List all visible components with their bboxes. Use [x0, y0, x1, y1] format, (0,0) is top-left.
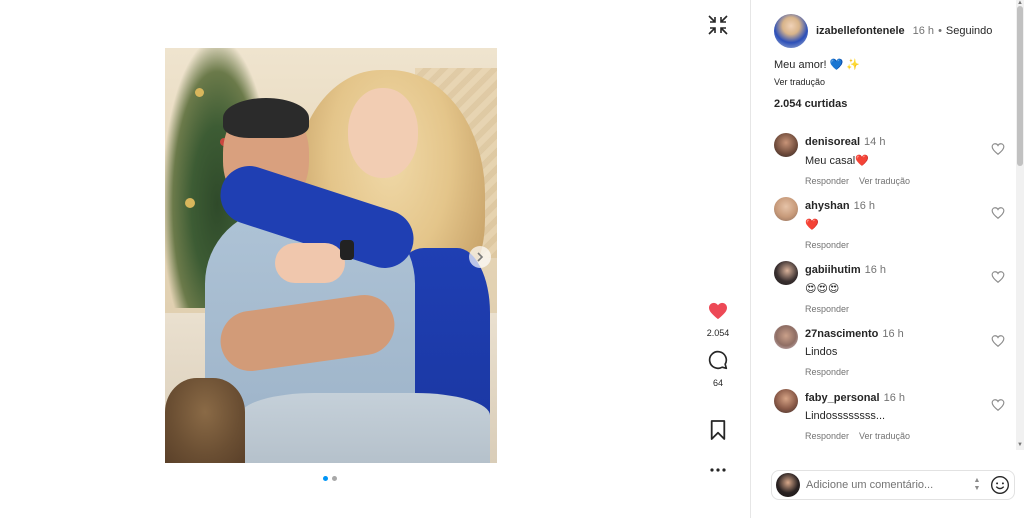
comment-time: 14 h — [864, 136, 886, 148]
following-status[interactable]: Seguindo — [946, 25, 993, 37]
like-comment-heart-icon[interactable] — [991, 334, 1005, 348]
comment-text: ❤️ — [805, 219, 819, 231]
more-dots-icon — [710, 468, 726, 472]
bookmark-icon[interactable] — [709, 420, 727, 440]
caption-translate-link[interactable]: Ver tradução — [774, 77, 825, 87]
commenter-avatar[interactable] — [774, 261, 798, 285]
commenter-username[interactable]: faby_personal — [805, 392, 880, 404]
reply-link[interactable]: Responder — [805, 176, 849, 186]
photo-man-hair — [223, 98, 309, 138]
post-header: izabellefontenele 16 h • Seguindo — [774, 14, 992, 48]
comment-text: Lindos — [805, 346, 838, 358]
next-photo-button[interactable] — [469, 246, 491, 268]
author-avatar[interactable] — [774, 14, 808, 48]
reply-link[interactable]: Responder — [805, 367, 849, 377]
chevron-right-icon — [477, 252, 484, 262]
commenter-username[interactable]: denisoreal — [805, 136, 860, 148]
input-resize-stepper[interactable]: ▲ ▼ — [970, 477, 984, 493]
carousel-indicator — [323, 476, 337, 481]
comment-time: 16 h — [864, 264, 887, 276]
comment-time: 16 h — [853, 200, 876, 212]
commenter-username[interactable]: ahyshan — [805, 200, 850, 212]
carousel-dot — [332, 476, 337, 481]
more-options-button[interactable] — [698, 459, 738, 477]
comment-composer: Adicione um comentário... ▲ ▼ — [771, 470, 1015, 500]
author-username[interactable]: izabellefontenele — [816, 25, 905, 37]
carousel-dot-active — [323, 476, 328, 481]
commenter-avatar[interactable] — [774, 325, 798, 349]
translate-link[interactable]: Ver tradução — [859, 176, 910, 186]
comment-time: 16 h — [882, 328, 904, 340]
like-comment-heart-icon[interactable] — [991, 206, 1005, 220]
commenter-avatar[interactable] — [774, 133, 798, 157]
emoji-icon[interactable] — [990, 475, 1010, 495]
comment-item: gabiihutim 16 h 😍😍😍 Responder — [774, 260, 1005, 314]
post-details-panel: izabellefontenele 16 h • Seguindo Meu am… — [750, 0, 1024, 518]
like-action: 2.054 — [698, 302, 738, 338]
like-comment-heart-icon[interactable] — [991, 398, 1005, 412]
scrollbar-thumb[interactable] — [1017, 6, 1023, 166]
comment-item: 27nascimento 16 h Lindos Responder — [774, 324, 1005, 377]
comment-item: denisoreal 14 h Meu casal❤️ Responder Ver… — [774, 132, 1005, 186]
photo-watch — [340, 240, 354, 260]
separator-dot: • — [938, 25, 942, 37]
photo-ornament — [185, 198, 195, 208]
comment-action: 64 — [698, 350, 738, 388]
photo-dog — [165, 378, 245, 463]
photo-woman-face — [348, 88, 418, 178]
save-action — [698, 420, 738, 445]
comment-item: faby_personal 16 h Lindossssssss... Respo… — [774, 388, 1005, 441]
post-time: 16 h — [912, 25, 935, 37]
current-user-avatar — [776, 473, 800, 497]
photo-woman-hand — [275, 243, 345, 283]
like-comment-heart-icon[interactable] — [991, 270, 1005, 284]
post-photo[interactable] — [165, 48, 497, 463]
scroll-down-icon[interactable]: ▼ — [1017, 442, 1023, 448]
translate-link[interactable]: Ver tradução — [859, 431, 910, 441]
comments-scrollbar[interactable]: ▲ ▼ — [1016, 0, 1024, 450]
comments-count: 64 — [712, 378, 723, 388]
heart-filled-icon[interactable] — [708, 302, 728, 320]
comment-input[interactable]: Adicione um comentário... — [806, 479, 964, 491]
commenter-avatar[interactable] — [774, 197, 798, 221]
comment-time: 16 h — [883, 392, 906, 404]
post-viewer: 2.054 64 — [0, 0, 750, 518]
collapse-icon[interactable] — [706, 13, 730, 37]
comment-text: Meu casal❤️ — [805, 155, 869, 167]
reply-link[interactable]: Responder — [805, 304, 849, 314]
photo-ornament — [195, 88, 204, 97]
post-caption: Meu amor! 💙 ✨ — [774, 59, 861, 71]
commenter-username[interactable]: 27nascimento — [805, 328, 878, 340]
comment-text: Lindossssssss... — [805, 410, 886, 422]
comment-item: ahyshan 16 h ❤️ Responder — [774, 196, 1005, 250]
likes-summary[interactable]: 2.054 curtidas — [774, 98, 847, 110]
commenter-username[interactable]: gabiihutim — [805, 264, 861, 276]
reply-link[interactable]: Responder — [805, 240, 849, 250]
comment-text: 😍😍😍 — [805, 283, 840, 295]
commenter-avatar[interactable] — [774, 389, 798, 413]
likes-count: 2.054 — [706, 328, 730, 338]
reply-link[interactable]: Responder — [805, 431, 849, 441]
photo-man-legs — [240, 393, 490, 463]
like-comment-heart-icon[interactable] — [991, 142, 1005, 156]
comment-icon[interactable] — [708, 350, 728, 370]
